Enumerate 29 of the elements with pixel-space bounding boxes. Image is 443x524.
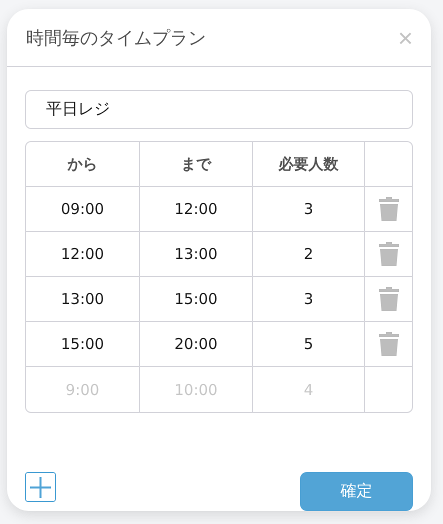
delete-button[interactable]: [378, 242, 398, 266]
table-cell: 15:00: [174, 290, 218, 308]
delete-button[interactable]: [378, 332, 398, 356]
table-cell: 15:00: [60, 335, 104, 353]
table-cell: 13:00: [60, 290, 104, 308]
table-cell: 2: [304, 245, 314, 263]
table-cell: 20:00: [174, 335, 218, 353]
table-cell: 3: [304, 290, 314, 308]
plus-icon: [30, 476, 51, 498]
table-cell: 13:00: [174, 245, 218, 263]
trash-icon: [378, 197, 398, 221]
add-button[interactable]: [25, 472, 56, 502]
table-cell: 12:00: [174, 200, 218, 218]
trash-icon: [378, 332, 398, 356]
trash-icon: [378, 287, 398, 311]
column-header: から: [68, 154, 98, 174]
table-cell: 09:00: [60, 200, 104, 218]
confirm-button[interactable]: 確定: [300, 472, 413, 511]
close-button[interactable]: ×: [398, 24, 413, 50]
delete-button[interactable]: [378, 287, 398, 311]
dialog-title: 時間毎のタイムプラン: [26, 26, 206, 50]
column-header: まで: [181, 154, 211, 174]
delete-button[interactable]: [378, 197, 398, 221]
table-cell: 5: [304, 335, 314, 353]
table-cell: 12:00: [60, 245, 104, 263]
trash-icon: [378, 242, 398, 266]
name-field[interactable]: 平日レジ: [25, 90, 413, 129]
column-header: 必要人数: [278, 154, 338, 174]
table-cell: 3: [304, 200, 314, 218]
